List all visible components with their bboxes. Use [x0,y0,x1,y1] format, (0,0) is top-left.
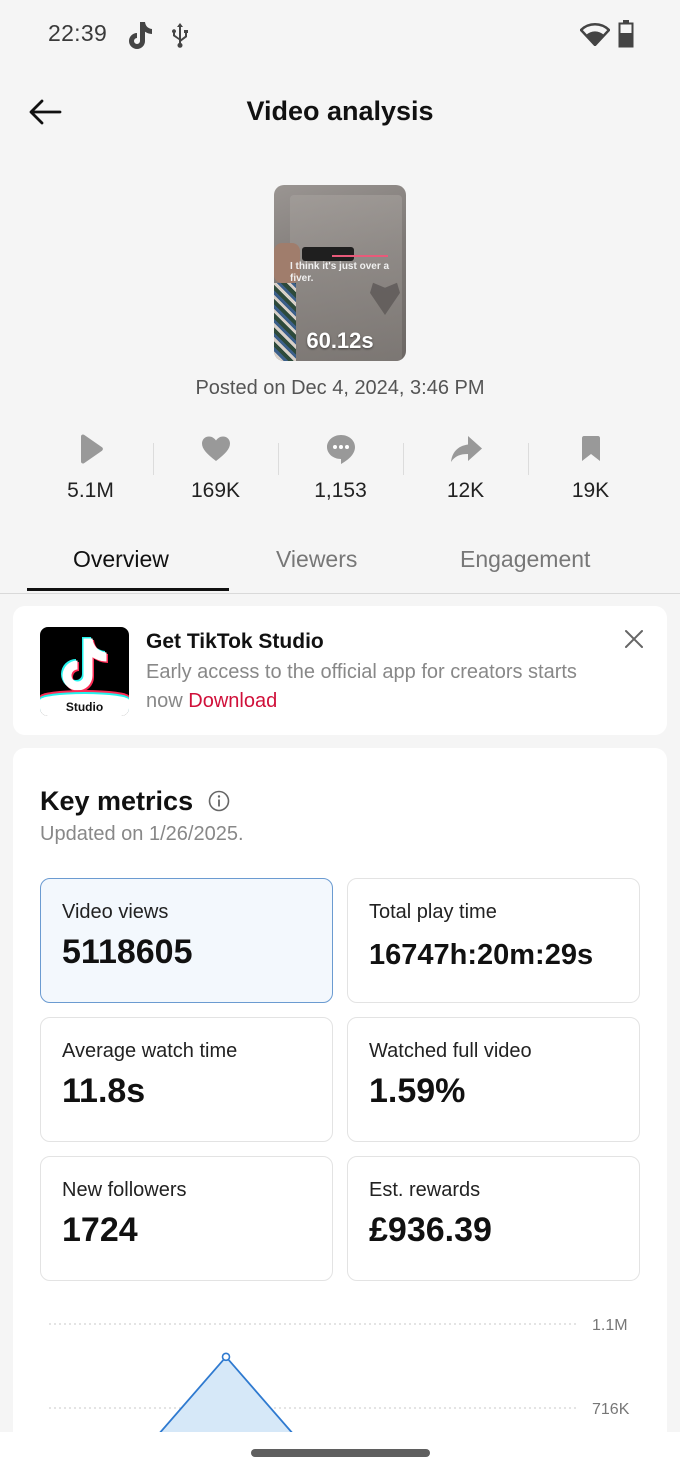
header: Video analysis [0,80,680,144]
posted-date: Posted on Dec 4, 2024, 3:46 PM [195,377,485,399]
active-tab-indicator [27,588,229,591]
close-banner-button[interactable] [623,628,645,650]
stat-saves: 19K [528,425,653,515]
stat-views: 5.1M [28,425,153,515]
metric-value: 16747h:20m:29s [369,939,594,971]
stat-value: 5.1M [67,479,114,502]
status-time: 22:39 [48,20,108,46]
video-duration: 60.12s [306,328,374,353]
metric-value: 5118605 [62,933,193,971]
metric-label: Average watch time [62,1040,238,1062]
promo-description: Early access to the official app for cre… [146,661,577,712]
info-button[interactable] [208,790,230,812]
metric-card-total-play-time[interactable]: Total play time 16747h:20m:29s [347,878,640,1003]
heart-icon [201,436,230,461]
info-icon [208,790,230,812]
tiktok-studio-logo: Studio [40,627,129,716]
key-metrics-title: Key metrics [40,786,194,816]
home-indicator[interactable] [251,1449,430,1457]
stats-row: 5.1M 169K 1,153 12K 19K [28,425,653,515]
play-icon [80,434,103,464]
metric-card-video-views[interactable]: Video views 5118605 [40,878,333,1003]
bookmark-icon [581,436,600,461]
stat-value: 19K [571,479,610,502]
tiktok-notification-icon [126,20,154,55]
stat-value: 12K [446,479,485,502]
metric-value: £936.39 [369,1211,492,1249]
usb-icon [170,22,190,53]
data-point[interactable] [221,1352,231,1362]
promo-title: Get TikTok Studio [146,630,324,653]
tiktok-studio-banner: Studio Get TikTok Studio Early access to… [13,606,667,735]
metric-label: Est. rewards [369,1179,481,1201]
share-icon [450,436,482,462]
tiktok-logo-icon [61,637,108,692]
stat-shares: 12K [403,425,528,515]
metric-value: 11.8s [62,1072,146,1110]
battery-icon [618,20,634,53]
thumbnail-caption: I think it's just over a fiver. [290,261,390,284]
metric-card-watched-full-video[interactable]: Watched full video 1.59% [347,1017,640,1142]
stat-likes: 169K [153,425,278,515]
series-area [151,1356,301,1443]
logo-label: Studio [65,700,104,714]
tab-bar: Overview Viewers Engagement [0,530,680,594]
metric-card-est-rewards[interactable]: Est. rewards £936.39 [347,1156,640,1281]
metric-label: Watched full video [369,1040,532,1062]
download-link[interactable]: Download [188,690,277,712]
metric-value: 1.59% [369,1072,466,1110]
updated-date: Updated on 1/26/2025. [40,823,244,845]
tab-viewers[interactable]: Viewers [276,546,357,573]
metric-value: 1724 [62,1211,138,1249]
metric-label: Video views [62,901,169,923]
tab-overview[interactable]: Overview [73,546,169,573]
metric-label: Total play time [369,901,497,923]
stat-comments: 1,153 [278,425,403,515]
metric-card-new-followers[interactable]: New followers 1724 [40,1156,333,1281]
comment-icon [326,435,355,464]
y-tick-label: 1.1M [592,1317,628,1334]
stat-value: 1,153 [314,479,367,502]
page-title: Video analysis [246,96,434,126]
close-icon [625,630,643,648]
stat-value: 169K [190,479,241,502]
views-chart: 1.1M 716K [49,1317,630,1443]
y-tick-label: 716K [592,1401,630,1418]
key-metrics-panel: Key metrics Updated on 1/26/2025. Video … [13,748,667,1448]
video-thumbnail[interactable]: I think it's just over a fiver. 60.12s [274,185,406,361]
wifi-icon [579,22,611,51]
metric-card-average-watch-time[interactable]: Average watch time 11.8s [40,1017,333,1142]
status-bar: 22:39 [0,0,680,68]
tab-engagement[interactable]: Engagement [460,546,590,573]
metric-label: New followers [62,1179,187,1201]
